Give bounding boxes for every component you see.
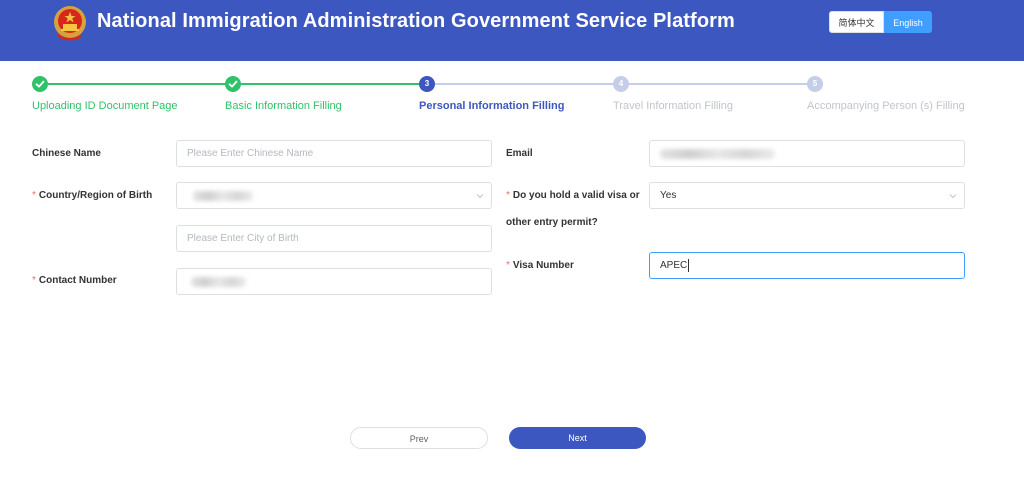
valid-visa-select[interactable]: Yes	[649, 182, 965, 209]
visa-number-label-text: Visa Number	[512, 260, 574, 271]
country-of-birth-select[interactable]	[176, 182, 492, 209]
lang-english-button[interactable]: English	[884, 11, 932, 33]
chinese-name-input[interactable]	[176, 140, 492, 167]
step-2-label: Basic Information Filling	[225, 100, 342, 112]
step-connector	[241, 83, 419, 85]
redacted-value	[193, 191, 253, 201]
step-1-label: Uploading ID Document Page	[32, 100, 178, 112]
required-mark: *	[32, 275, 36, 286]
step-connector	[48, 83, 226, 85]
redacted-value	[191, 277, 246, 287]
prev-button[interactable]: Prev	[350, 427, 488, 449]
step-connector	[629, 83, 808, 85]
visa-number-label: * Visa Number	[506, 260, 574, 271]
step-1-check-icon	[32, 76, 48, 92]
required-mark: *	[32, 190, 36, 201]
country-of-birth-label: * Country/Region of Birth	[32, 190, 152, 201]
required-mark: *	[506, 190, 510, 201]
city-of-birth-input[interactable]	[176, 225, 492, 252]
valid-visa-selected-value: Yes	[660, 190, 677, 201]
step-5-label: Accompanying Person (s) Filling	[807, 100, 965, 112]
step-connector	[435, 83, 614, 85]
national-emblem-icon	[54, 6, 86, 41]
step-4-label: Travel Information Filling	[613, 100, 734, 112]
contact-number-label-text: Contact Number	[38, 275, 117, 286]
progress-steps: 3 4 5 Uploading ID Document Page Basic I…	[0, 72, 1024, 122]
step-2-check-icon	[225, 76, 241, 92]
top-header: National Immigration Administration Gove…	[0, 0, 1024, 61]
language-switch: 简体中文 English	[829, 11, 932, 33]
redacted-value	[660, 149, 775, 159]
step-4-number: 4	[613, 76, 629, 92]
step-3-label: Personal Information Filling	[419, 100, 565, 112]
email-input[interactable]	[649, 140, 965, 167]
visa-question-label: * Do you hold a valid visa or	[506, 190, 640, 201]
contact-number-label: * Contact Number	[32, 275, 117, 286]
step-3-number: 3	[419, 76, 435, 92]
step-5-number: 5	[807, 76, 823, 92]
chinese-name-label: Chinese Name	[32, 148, 101, 159]
required-mark: *	[506, 260, 510, 271]
visa-question-line2: other entry permit?	[506, 217, 598, 228]
site-title: National Immigration Administration Gove…	[97, 10, 735, 32]
text-caret	[688, 258, 690, 272]
visa-number-input[interactable]: APEC	[649, 252, 965, 279]
country-of-birth-label-text: Country/Region of Birth	[38, 190, 153, 201]
chevron-down-icon	[949, 194, 957, 199]
visa-question-line1: Do you hold a valid visa or	[512, 190, 640, 201]
lang-chinese-button[interactable]: 简体中文	[829, 11, 884, 33]
next-button[interactable]: Next	[509, 427, 646, 449]
visa-number-value: APEC	[660, 260, 688, 271]
email-label: Email	[506, 148, 533, 159]
chevron-down-icon	[476, 194, 484, 199]
contact-number-input[interactable]	[176, 268, 492, 295]
